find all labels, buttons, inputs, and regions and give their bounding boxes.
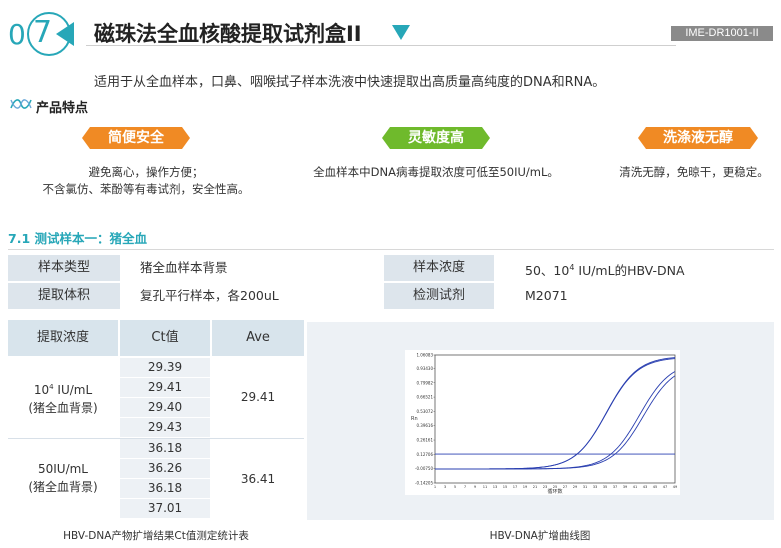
y-tick-label: 0.39616 xyxy=(416,423,433,428)
conc-text-post: IU/mL的HBV-DNA xyxy=(574,263,685,279)
product-subtitle: 适用于从全血样本，口鼻、咽喉拭子样本洗液中快速提取出高质量高纯度的DNA和RNA… xyxy=(94,75,606,90)
x-tick-label: 43 xyxy=(643,485,648,489)
x-tick-label: 11 xyxy=(483,485,488,489)
dna-icon xyxy=(10,97,32,111)
y-tick-label: 0.79982 xyxy=(416,380,433,385)
x-tick-label: 3 xyxy=(444,485,446,489)
info-value-reagent: M2071 xyxy=(525,288,568,303)
ribbon-right-notch xyxy=(482,127,490,149)
ct-cell: 36.18 xyxy=(120,439,210,458)
conc-text: 50、10 xyxy=(525,263,570,279)
info-value-concentration: 50、104 IU/mL的HBV-DNA xyxy=(525,255,775,281)
col-header-ave: Ave xyxy=(212,320,304,356)
info-key-sample-type: 样本类型 xyxy=(8,255,120,281)
group-2-ave: 36.41 xyxy=(240,472,276,486)
x-tick-label: 35 xyxy=(603,485,608,489)
x-tick-label: 15 xyxy=(503,485,508,489)
x-tick-label: 5 xyxy=(454,485,456,489)
page-title: 磁珠法全血核酸提取试剂盒II xyxy=(94,22,362,46)
x-tick-label: 45 xyxy=(653,485,658,489)
info-value-sample-type: 猪全血样本背景 xyxy=(140,260,228,275)
x-tick-label: 27 xyxy=(563,485,568,489)
y-tick-label: 0.93430 xyxy=(416,366,433,371)
chart-background xyxy=(405,350,680,495)
x-tick-label: 47 xyxy=(663,485,668,489)
info-key-volume: 提取体积 xyxy=(8,283,120,309)
group-1-label: 104 IU/mL (猪全血背景) xyxy=(8,378,118,417)
ct-cell: 29.39 xyxy=(120,358,210,377)
ribbon-left-notch xyxy=(82,127,90,149)
y-axis-label: Rn xyxy=(411,416,418,422)
feature-1-line-1: 避免离心，操作方便； xyxy=(88,165,204,179)
x-axis-label: 循环数 xyxy=(547,488,562,495)
chart-caption: HBV-DNA扩增曲线图 xyxy=(489,530,591,542)
group-2-label: 50IU/mL (猪全血背景) xyxy=(8,460,118,496)
ribbon-left-notch xyxy=(382,127,390,149)
ct-cell: 29.43 xyxy=(120,418,210,437)
group-1-background: (猪全血背景) xyxy=(28,401,98,415)
feature-3-line-1: 清洗无醇，免晾干，更稳定。 xyxy=(619,165,769,179)
col-header-concentration: 提取浓度 xyxy=(8,320,118,356)
features-title: 产品特点 xyxy=(36,101,89,116)
group-2-conc: 50IU/mL xyxy=(37,462,88,476)
info-key-concentration: 样本浓度 xyxy=(384,255,494,281)
col-header-ct: Ct值 xyxy=(120,320,210,356)
feature-badge-2: 灵敏度高 xyxy=(390,127,482,149)
feature-badge-3: 洗涤液无醇 xyxy=(646,127,750,149)
x-tick-label: 31 xyxy=(583,485,588,489)
x-tick-label: 19 xyxy=(523,485,528,489)
ribbon-left-notch xyxy=(638,127,646,149)
y-tick-label: 0.66521 xyxy=(416,395,433,400)
product-code-badge: IME-DR1001-II xyxy=(671,26,773,41)
feature-1-line-2: 不含氯仿、苯酚等有毒试剂，安全性高。 xyxy=(42,182,250,196)
x-tick-label: 37 xyxy=(613,485,618,489)
amplification-chart: 1.06083 0.93430 0.79982 0.66521 0.53072 0.396… xyxy=(405,350,680,495)
feature-text-3: 清洗无醇，免晾干，更稳定。 xyxy=(612,164,776,181)
triangle-down-icon xyxy=(392,25,410,40)
g1-conc-num: 10 xyxy=(33,383,50,397)
feature-badge-1: 简便安全 xyxy=(90,127,182,149)
section-number-zero: 0 xyxy=(8,18,26,51)
number-wedge-icon xyxy=(56,22,74,46)
x-tick-label: 29 xyxy=(573,485,578,489)
info-key-reagent: 检测试剂 xyxy=(384,283,494,309)
g1-conc-unit: IU/mL xyxy=(53,383,93,397)
header-divider xyxy=(86,45,676,46)
y-tick-label: 0.26161 xyxy=(416,438,433,443)
section-divider xyxy=(8,249,774,250)
feature-2-line-1: 全血样本中DNA病毒提取浓度可低至50IU/mL。 xyxy=(313,165,559,179)
ribbon-right-notch xyxy=(750,127,758,149)
y-tick-label: -0.00750 xyxy=(415,466,433,471)
feature-text-1: 避免离心，操作方便； 不含氯仿、苯酚等有毒试剂，安全性高。 xyxy=(20,164,272,198)
ct-cell: 36.26 xyxy=(120,459,210,478)
x-tick-label: 33 xyxy=(593,485,598,489)
group-1-conc: 104 IU/mL xyxy=(8,378,118,399)
x-tick-label: 1 xyxy=(434,485,436,489)
feature-text-2: 全血样本中DNA病毒提取浓度可低至50IU/mL。 xyxy=(296,164,576,181)
x-tick-label: 7 xyxy=(464,485,466,489)
table-caption: HBV-DNA产物扩增结果Ct值测定统计表 xyxy=(63,530,249,542)
x-tick-label: 21 xyxy=(533,485,538,489)
ribbon-right-notch xyxy=(182,127,190,149)
x-tick-label: 41 xyxy=(633,485,638,489)
y-tick-label: 0.53072 xyxy=(416,409,433,414)
x-tick-label: 17 xyxy=(513,485,518,489)
info-value-volume: 复孔平行样本，各200uL xyxy=(140,288,279,303)
x-tick-label: 39 xyxy=(623,485,628,489)
ct-cell: 29.41 xyxy=(120,378,210,397)
x-tick-label: 13 xyxy=(493,485,498,489)
section-title: 7.1 测试样本一：猪全血 xyxy=(8,231,147,246)
ct-cell: 37.01 xyxy=(120,499,210,518)
y-tick-label: -0.14205 xyxy=(415,481,433,486)
ct-cell: 29.40 xyxy=(120,398,210,417)
group-1-ave: 29.41 xyxy=(240,390,276,404)
ct-cell: 36.18 xyxy=(120,479,210,498)
x-tick-label: 49 xyxy=(673,485,678,489)
y-tick-label: 1.06083 xyxy=(416,353,433,358)
group-2-background: (猪全血背景) xyxy=(28,480,98,494)
y-tick-label: 0.12706 xyxy=(416,452,433,457)
section-number-seven: 7 xyxy=(33,15,53,50)
